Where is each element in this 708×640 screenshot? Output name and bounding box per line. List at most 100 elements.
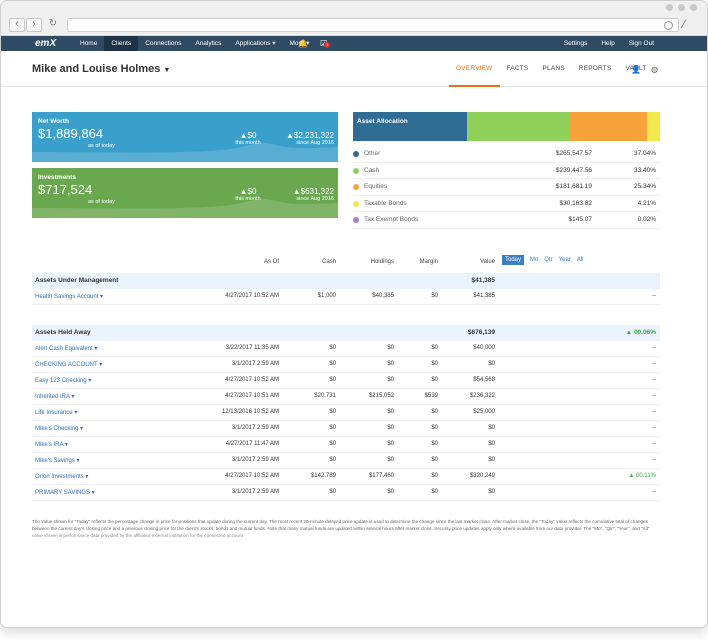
nav-right-item[interactable]: Settings <box>557 36 595 51</box>
footer-fade <box>1 531 707 551</box>
net-worth-since: ▲$2,231,322 since Aug 2016 <box>254 131 334 146</box>
table-row[interactable]: CHECKING ACCOUNT ▾ 3/1/2017 2:59 AM $0 $0 $0… <box>32 357 660 373</box>
legend-dot <box>353 151 359 157</box>
period-year[interactable]: Year <box>559 255 571 265</box>
tasks-icon[interactable]: ☑1 <box>320 39 331 48</box>
refresh-icon[interactable]: ↻ <box>45 18 61 32</box>
table-row[interactable]: Alert Cash Equivalent ▾ 3/22/2017 11:35 A… <box>32 341 660 357</box>
investments-amount: $717,524 <box>38 182 93 197</box>
period-qtr[interactable]: Qtr <box>544 255 552 265</box>
table-row[interactable]: Easy 123 Checking ▾ 4/27/2017 10:52 AM $0 $… <box>32 373 660 389</box>
period-all[interactable]: All <box>577 255 584 265</box>
header-cash: Cash <box>321 259 336 265</box>
legend-row[interactable]: Taxable Bonds $30,163.82 4.21% <box>353 196 660 212</box>
table-row[interactable]: Life Insurance ▾ 12/13/2016 10:52 AM $0 $0 $… <box>32 405 660 421</box>
account-name-link[interactable]: Mike's IRA ▾ <box>35 441 68 448</box>
cell-change: -- <box>652 409 656 415</box>
period-mo[interactable]: Mo <box>530 255 538 265</box>
globe-icon[interactable]: ◍ <box>651 65 658 74</box>
account-name-link[interactable]: CHECKING ACCOUNT ▾ <box>35 361 102 368</box>
account-name-link[interactable]: Mike's Checking ▾ <box>35 425 83 432</box>
nav-right-item[interactable]: Sign Out <box>622 36 661 51</box>
account-name-link[interactable]: Health Savings Account ▾ <box>35 293 103 300</box>
nav-item[interactable]: Analytics <box>188 36 228 51</box>
cell-cash: $0 <box>329 409 336 415</box>
extension-icon[interactable]: ⁄ <box>683 17 695 31</box>
cell-change: -- <box>652 293 656 299</box>
allocation-segment[interactable] <box>569 112 648 141</box>
account-name-link[interactable]: PRIMARY SAVINGS ▾ <box>35 489 95 496</box>
cell-margin: $0 <box>431 457 438 463</box>
legend-row[interactable]: Other $265,547.57 37.04% <box>353 146 660 163</box>
nav-item[interactable]: Home <box>73 36 104 51</box>
legend-row[interactable]: Tax Exempt Bonds $145.07 0.02% <box>353 212 660 229</box>
allocation-title: Asset Allocation <box>357 118 408 125</box>
tab-overview[interactable]: OVERVIEW <box>449 51 500 87</box>
legend-name: Cash <box>364 166 380 174</box>
address-bar[interactable] <box>67 18 679 32</box>
nav-item[interactable]: Connections <box>138 36 188 51</box>
legend-row[interactable]: Cash $239,447.56 33.40% <box>353 163 660 179</box>
group-total: $676,139 <box>467 329 495 336</box>
caret-down-icon: ▼ <box>163 67 171 74</box>
cell-value: $54,568 <box>473 377 495 383</box>
notification-badge: 1 <box>324 42 331 48</box>
cell-asof: 3/1/2017 2:59 AM <box>231 457 279 463</box>
cell-cash: $142,789 <box>310 473 336 479</box>
table-row[interactable]: Mike's IRA ▾ 4/27/2017 11:47 AM $0 $0 $0 $0 -- <box>32 437 660 453</box>
table-row[interactable]: Orion Investments ▾ 4/27/2017 10:52 AM $14… <box>32 469 660 485</box>
client-header: Mike and Louise Holmes ▼ OVERVIEW FACTS PL… <box>1 51 707 87</box>
cell-asof: 4/27/2017 10:52 AM <box>225 293 279 299</box>
cell-holdings: $215,052 <box>368 393 394 399</box>
legend-value: $181,681.19 <box>555 183 592 190</box>
account-name-link[interactable]: Life Insurance ▾ <box>35 409 77 416</box>
account-name-link[interactable]: Inherited IRA ▾ <box>35 393 74 400</box>
net-worth-card[interactable]: Net Worth $1,889,864 as of today ▲$0 thi… <box>32 112 338 162</box>
tab-facts[interactable]: FACTS <box>500 51 536 87</box>
bell-icon[interactable]: 🔔 <box>298 39 308 48</box>
logo: emX <box>35 38 57 49</box>
table-row[interactable]: Mike's Savings ▾ 3/1/2017 2:59 AM $0 $0 $0 $0… <box>32 453 660 469</box>
cell-change: -- <box>652 457 656 463</box>
table-row[interactable]: Mike's Checking ▾ 3/1/2017 2:59 AM $0 $0 $0 $… <box>32 421 660 437</box>
investments-label: Investments <box>38 174 76 181</box>
client-name-dropdown[interactable]: Mike and Louise Holmes ▼ <box>32 63 170 75</box>
table-header: As Of Cash Holdings Margin Value Today Mo… <box>32 253 660 269</box>
allocation-legend: Other $265,547.57 37.04% Cash $239,447.56 33.… <box>353 146 660 229</box>
forward-icon[interactable]: › <box>26 18 42 32</box>
cell-cash: $0 <box>329 361 336 367</box>
account-name-link[interactable]: Mike's Savings ▾ <box>35 457 80 464</box>
group-label: Assets Held Away <box>35 329 91 336</box>
cell-holdings: $0 <box>387 361 394 367</box>
cell-value: $0 <box>488 457 495 463</box>
tab-reports[interactable]: REPORTS <box>572 51 619 87</box>
cell-value: $25,000 <box>473 409 495 415</box>
allocation-bar[interactable]: Asset Allocation <box>353 112 660 141</box>
account-name-link[interactable]: Orion Investments ▾ <box>35 473 88 480</box>
since-change: ▲$2,231,322 <box>286 131 334 140</box>
nav-item[interactable]: Applications ▾ <box>228 36 282 51</box>
cell-change: -- <box>652 377 656 383</box>
nav-right-item[interactable]: Help <box>594 36 621 51</box>
legend-percent: 4.21% <box>637 199 656 207</box>
user-icon[interactable]: 👤 <box>631 65 641 74</box>
nav-item[interactable]: Clients <box>104 36 139 51</box>
back-icon[interactable]: ‹ <box>9 18 25 32</box>
table-row[interactable]: Health Savings Account ▾ 4/27/2017 10:52 … <box>32 289 660 305</box>
cell-holdings: $0 <box>387 409 394 415</box>
investments-card[interactable]: Investments $717,524 as of today ▲$0 thi… <box>32 168 338 218</box>
tab-plans[interactable]: PLANS <box>535 51 571 87</box>
allocation-segment[interactable] <box>466 112 570 141</box>
period-today[interactable]: Today <box>502 255 525 265</box>
cell-change: -- <box>652 393 656 399</box>
account-name-link[interactable]: Alert Cash Equivalent ▾ <box>35 345 97 352</box>
table-row[interactable]: PRIMARY SAVINGS ▾ 3/1/2017 2:59 AM $0 $0 $0 $… <box>32 485 660 501</box>
period-selector: Today Mo Qtr Year All <box>502 255 584 265</box>
nav-menu: Home Clients Connections Analytics Applicati… <box>73 36 316 51</box>
cell-cash: $0 <box>329 345 336 351</box>
allocation-segment[interactable] <box>647 112 660 141</box>
table-row[interactable]: Inherited IRA ▾ 4/27/2017 10:51 AM $20,731… <box>32 389 660 405</box>
account-name-link[interactable]: Easy 123 Checking ▾ <box>35 377 91 384</box>
legend-row[interactable]: Equities $181,681.19 25.34% <box>353 179 660 196</box>
accounts-table: As Of Cash Holdings Margin Value Today Mo… <box>32 253 660 501</box>
